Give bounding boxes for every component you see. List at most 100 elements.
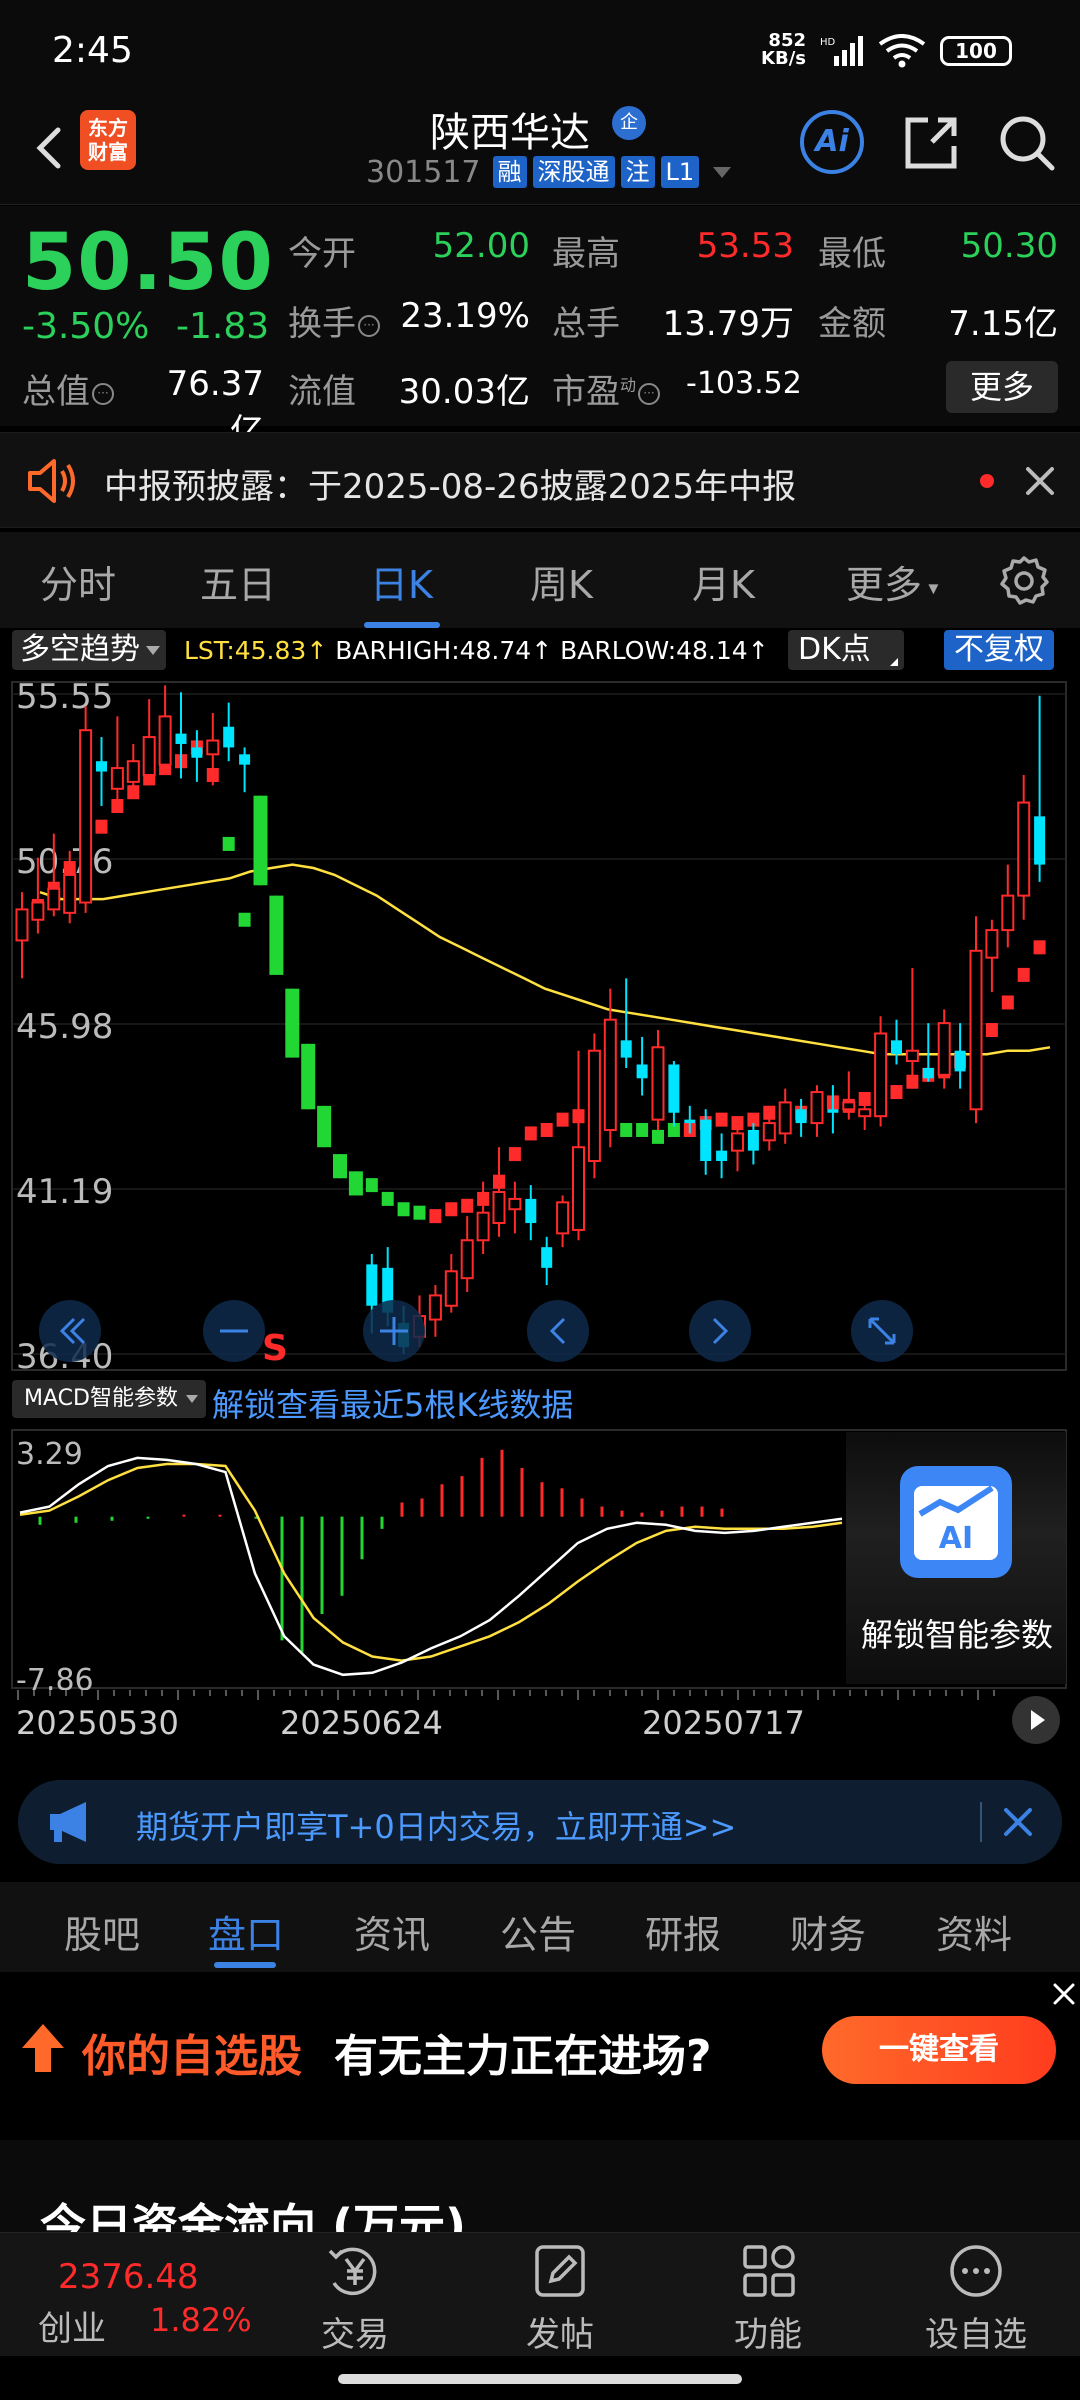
chart-controls xyxy=(39,1300,913,1362)
svg-text:HD: HD xyxy=(820,37,836,48)
candle xyxy=(1001,864,1015,948)
stock-code-row[interactable]: 301517 融 深股通 注 L1 xyxy=(366,152,732,192)
candle xyxy=(587,1033,601,1179)
chevron-down-icon[interactable] xyxy=(713,166,732,178)
date-axis: 20250530 20250624 20250717 xyxy=(0,1690,1080,1760)
nav-post[interactable]: 发帖 xyxy=(500,2243,620,2356)
candle xyxy=(110,716,124,810)
dk-point-button[interactable]: DK点 xyxy=(788,630,904,670)
trend-marker xyxy=(524,1126,537,1141)
tab-weekly-k[interactable]: 周K xyxy=(530,554,593,609)
share-icon[interactable] xyxy=(900,112,962,174)
qi-badge: 企 xyxy=(612,106,646,140)
macd-dea-line xyxy=(19,1462,843,1662)
ad-check-button[interactable]: 一键查看 xyxy=(822,2016,1056,2084)
notice-bar[interactable]: 中报预披露：于2025-08-26披露2025年中报 xyxy=(0,432,1080,528)
lst-value: LST:45.83 xyxy=(184,636,307,665)
indicator-selector[interactable]: 多空趋势 xyxy=(12,630,166,670)
tab-news[interactable]: 资讯 xyxy=(354,1904,430,1959)
search-icon[interactable] xyxy=(996,112,1058,174)
candle xyxy=(333,1154,347,1179)
caret-down-icon xyxy=(185,1395,198,1403)
period-tabs: 分时 五日 日K 周K 月K 更多 ▾ xyxy=(0,532,1080,628)
pe-label: 市盈动 ··· xyxy=(552,364,661,413)
back-arrow-icon[interactable] xyxy=(22,118,82,178)
y-tick-label: 55.55 xyxy=(16,677,113,717)
trend-marker xyxy=(381,1191,394,1206)
candle xyxy=(620,978,632,1068)
divider xyxy=(980,1802,982,1842)
fullscreen-button[interactable] xyxy=(851,1300,913,1362)
speaker-icon xyxy=(28,459,75,503)
macd-unlock-link[interactable]: 解锁查看最近5根K线数据 xyxy=(212,1380,573,1426)
info-icon[interactable]: ··· xyxy=(358,314,380,337)
futures-banner[interactable]: 期货开户即享T+0日内交易，立即开通>> xyxy=(18,1780,1062,1864)
ai-params-label: 解锁智能参数 xyxy=(860,1616,1053,1654)
candle xyxy=(891,1019,902,1065)
scroll-left-button[interactable] xyxy=(527,1300,589,1362)
open-value: 52.00 xyxy=(432,226,530,266)
trend-marker xyxy=(413,1205,426,1220)
macd-histogram xyxy=(38,1449,724,1653)
trend-marker xyxy=(652,1129,664,1144)
candle xyxy=(191,730,203,782)
zoom-left-fast-button[interactable] xyxy=(39,1300,101,1362)
trend-marker xyxy=(556,1112,569,1127)
barhigh-value: BARHIGH:48.74 xyxy=(335,636,532,665)
tab-daily-k[interactable]: 日K xyxy=(370,554,433,609)
close-icon[interactable] xyxy=(1002,1806,1034,1838)
ai-params-panel[interactable]: AI 解锁智能参数 xyxy=(846,1432,1066,1684)
current-price: 50.50 xyxy=(22,218,274,308)
ai-assistant-button[interactable]: Ai xyxy=(800,110,864,174)
tab-finance[interactable]: 财务 xyxy=(790,1904,866,1959)
tab-intraday[interactable]: 分时 xyxy=(40,554,116,609)
trend-marker xyxy=(636,1122,649,1137)
zoom-in-button[interactable] xyxy=(363,1300,425,1362)
sell-marker: S xyxy=(262,1328,288,1369)
tab-profile[interactable]: 资料 xyxy=(936,1904,1012,1959)
candle xyxy=(301,1043,316,1110)
candle xyxy=(223,702,235,762)
turnover-label: 换手 ··· xyxy=(288,296,380,345)
promo-ad[interactable]: 你的自选股 有无主力正在进场? 一键查看 xyxy=(0,1972,1080,2140)
index-percent: 1.82% xyxy=(150,2301,252,2339)
tab-research[interactable]: 研报 xyxy=(645,1904,721,1959)
date-ticks xyxy=(17,1690,995,1700)
nav-add-watchlist[interactable]: 设自选 xyxy=(916,2243,1036,2356)
tab-more[interactable]: 更多 ▾ xyxy=(846,554,938,609)
candle xyxy=(96,737,107,807)
tab-announcements[interactable]: 公告 xyxy=(500,1904,576,1959)
trend-marker xyxy=(985,1023,998,1038)
tag-shengutong: 深股通 xyxy=(532,156,615,188)
date-label: 20250624 xyxy=(280,1704,443,1742)
candle xyxy=(158,685,172,769)
macd-header: MACD智能参数 解锁查看最近5根K线数据 xyxy=(0,1380,1080,1424)
candle xyxy=(716,1133,728,1179)
nav-trade[interactable]: 交易 xyxy=(295,2243,415,2356)
change-percent: -3.50% xyxy=(22,306,150,347)
kline-chart[interactable]: 55.5550.7645.9841.1936.40 S xyxy=(0,674,1080,1374)
scroll-right-button[interactable] xyxy=(689,1300,751,1362)
tab-five-day[interactable]: 五日 xyxy=(200,554,276,609)
candle xyxy=(874,1016,888,1127)
volume-label: 总手 xyxy=(552,304,620,344)
nav-functions[interactable]: 功能 xyxy=(708,2243,828,2356)
adjust-price-button[interactable]: 不复权 xyxy=(944,630,1054,670)
kline-grid xyxy=(12,693,1066,1355)
gear-icon[interactable] xyxy=(998,554,1050,606)
info-icon[interactable]: ··· xyxy=(92,382,114,405)
more-quote-button[interactable]: 更多 xyxy=(946,361,1058,413)
tab-guba[interactable]: 股吧 xyxy=(64,1904,140,1959)
close-icon[interactable] xyxy=(1052,1982,1076,2006)
candle xyxy=(905,967,919,1089)
macd-selector[interactable]: MACD智能参数 xyxy=(12,1380,206,1418)
tab-pankou[interactable]: 盘口 xyxy=(208,1904,284,1959)
close-icon[interactable] xyxy=(1024,465,1056,497)
status-bar: 2:45 852 KB/s HD 100 xyxy=(0,0,1080,100)
info-icon[interactable]: ··· xyxy=(638,382,661,405)
candle xyxy=(636,1036,648,1096)
play-button[interactable] xyxy=(1012,1696,1060,1744)
arrow-up-icon xyxy=(22,2024,64,2072)
zoom-out-button[interactable] xyxy=(203,1300,265,1362)
tab-monthly-k[interactable]: 月K xyxy=(692,554,755,609)
